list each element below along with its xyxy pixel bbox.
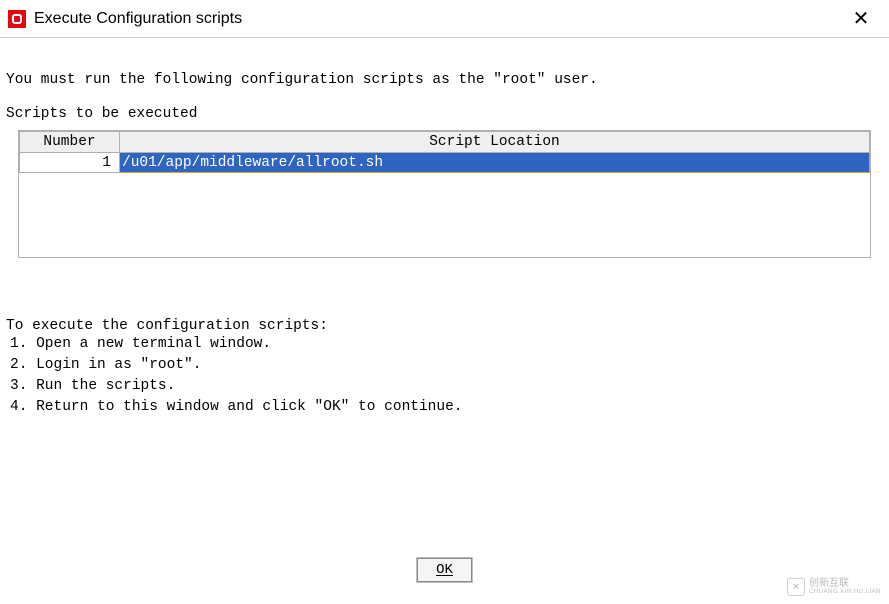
watermark-main: 创新互联	[809, 579, 881, 589]
step-4: 4. Return to this window and click "OK" …	[10, 397, 883, 418]
instruction-text: You must run the following configuration…	[6, 72, 883, 88]
scripts-table-container: Number Script Location 1 /u01/app/middle…	[18, 130, 871, 258]
step-2: 2. Login in as "root".	[10, 355, 883, 376]
table-header-row: Number Script Location	[20, 132, 870, 153]
cell-location[interactable]: /u01/app/middleware/allroot.sh	[120, 153, 870, 173]
steps-heading: To execute the configuration scripts:	[6, 318, 883, 334]
oracle-icon	[8, 10, 26, 28]
watermark: ✕ 创新互联 CHUANG.XIN.HU.LIAN	[787, 578, 881, 596]
close-icon[interactable]: ✕	[841, 6, 881, 31]
scripts-table: Number Script Location 1 /u01/app/middle…	[19, 131, 870, 173]
watermark-logo-icon: ✕	[787, 578, 805, 596]
window-title: Execute Configuration scripts	[34, 10, 841, 28]
step-1: 1. Open a new terminal window.	[10, 334, 883, 355]
dialog-content: You must run the following configuration…	[0, 38, 889, 424]
watermark-sub: CHUANG.XIN.HU.LIAN	[809, 589, 881, 595]
step-3: 3. Run the scripts.	[10, 376, 883, 397]
col-header-number[interactable]: Number	[20, 132, 120, 153]
titlebar: Execute Configuration scripts ✕	[0, 0, 889, 38]
steps-block: To execute the configuration scripts: 1.…	[6, 318, 883, 418]
ok-button[interactable]: OK	[417, 558, 472, 582]
cell-number: 1	[20, 153, 120, 173]
col-header-location[interactable]: Script Location	[120, 132, 870, 153]
table-row[interactable]: 1 /u01/app/middleware/allroot.sh	[20, 153, 870, 173]
button-row: OK	[0, 558, 889, 582]
scripts-section-label: Scripts to be executed	[6, 106, 883, 122]
